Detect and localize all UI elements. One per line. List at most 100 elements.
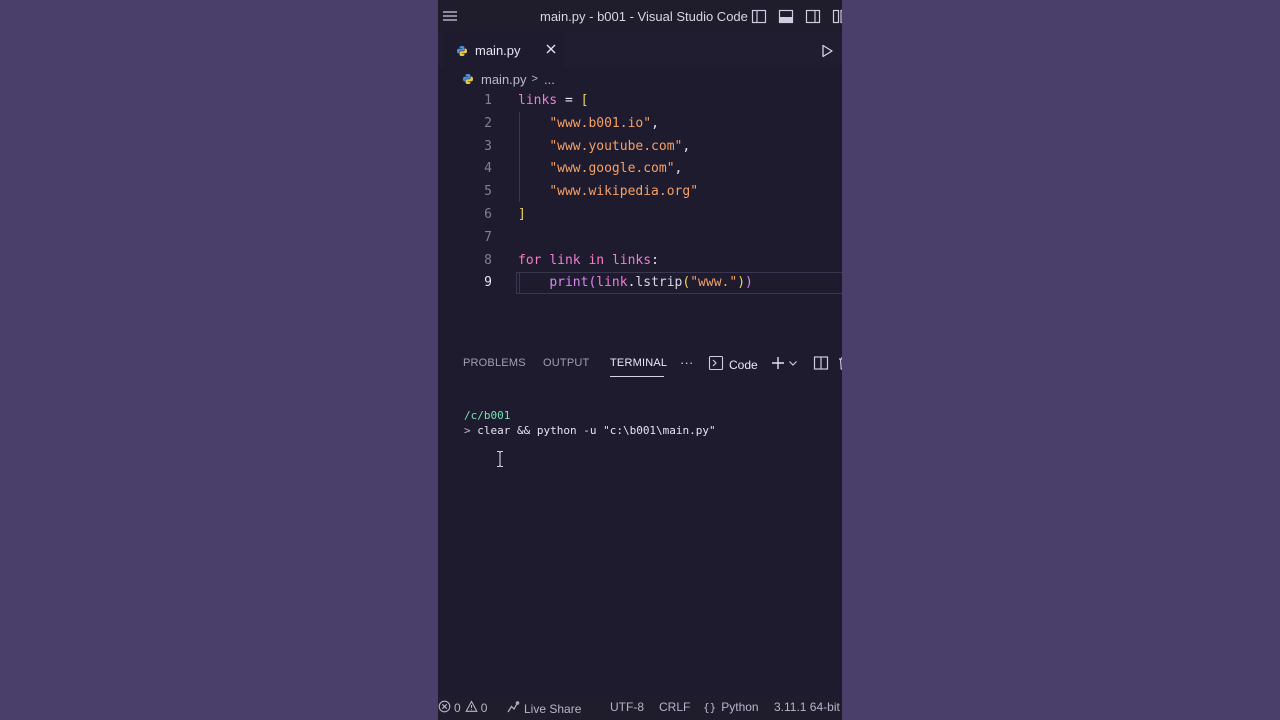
split-terminal-icon[interactable] bbox=[813, 355, 829, 374]
python-file-icon bbox=[462, 73, 474, 85]
tab-output[interactable]: OUTPUT bbox=[543, 357, 589, 369]
code-line[interactable]: 9 print(link.lstrip("www.")) bbox=[438, 272, 842, 295]
encoding-status[interactable]: UTF-8 bbox=[610, 700, 644, 714]
error-count: 0 bbox=[454, 701, 461, 715]
code-token: in bbox=[588, 252, 605, 268]
code-token: "www.youtube.com" bbox=[549, 138, 683, 154]
code-text: "www.b001.io", bbox=[518, 113, 659, 135]
code-token: = bbox=[557, 93, 581, 108]
code-token: links bbox=[611, 252, 652, 268]
panel-more-actions[interactable]: ··· bbox=[680, 355, 694, 370]
python-file-icon bbox=[456, 44, 468, 56]
panel-tab-bar: PROBLEMS OUTPUT TERMINAL ··· Code bbox=[438, 350, 842, 378]
vscode-window: main.py - b001 - Visual Studio Code main… bbox=[438, 0, 842, 720]
toggle-primary-sidebar-icon[interactable] bbox=[750, 8, 768, 25]
code-line[interactable]: 7 bbox=[438, 227, 842, 249]
chevron-down-icon[interactable] bbox=[787, 355, 799, 374]
code-line[interactable]: 5 "www.wikipedia.org" bbox=[438, 181, 842, 203]
breadcrumb-file[interactable]: main.py bbox=[481, 72, 527, 87]
line-number: 7 bbox=[484, 229, 492, 245]
language-label: Python bbox=[721, 700, 759, 714]
code-token: link bbox=[549, 252, 581, 268]
toggle-secondary-sidebar-icon[interactable] bbox=[804, 8, 822, 25]
code-line[interactable]: 4 "www.google.com", bbox=[438, 158, 842, 180]
warning-count: 0 bbox=[480, 701, 488, 715]
terminal-command-line: > clear && python -u "c:\b001\main.py" bbox=[464, 424, 716, 437]
eol-status[interactable]: CRLF bbox=[659, 700, 690, 714]
code-token: ) bbox=[745, 275, 753, 291]
code-token: ) bbox=[737, 275, 746, 291]
background-left bbox=[0, 0, 438, 720]
code-token: for bbox=[518, 252, 542, 268]
curly-braces-icon: {} bbox=[703, 700, 717, 714]
warning-icon bbox=[464, 700, 478, 716]
breadcrumb-separator: > bbox=[531, 73, 538, 85]
tab-main-py[interactable]: main.py bbox=[444, 33, 564, 67]
code-token: ] bbox=[518, 207, 526, 222]
python-interpreter-status[interactable]: 3.11.1 64-bit bbox=[774, 700, 840, 714]
line-number: 9 bbox=[484, 275, 492, 291]
terminal-shell-icon bbox=[708, 355, 724, 374]
code-token: "www.google.com" bbox=[549, 161, 675, 177]
code-text: "www.youtube.com", bbox=[518, 136, 690, 158]
hamburger-menu-icon[interactable] bbox=[440, 6, 460, 26]
error-icon bbox=[438, 700, 451, 716]
live-share-button[interactable]: Live Share bbox=[506, 700, 581, 717]
tab-problems[interactable]: PROBLEMS bbox=[463, 357, 526, 369]
code-line[interactable]: 1 links = [ bbox=[438, 90, 842, 112]
code-token: , bbox=[674, 161, 683, 177]
code-editor[interactable]: 1 links = [2 "www.b001.io", 3 "www.youtube… bbox=[438, 90, 842, 330]
status-bar: 0 0 Live Share UTF-8 CRLF {} Python 3.11… bbox=[438, 695, 842, 720]
trash-icon[interactable] bbox=[837, 355, 842, 374]
toggle-panel-icon[interactable] bbox=[777, 8, 795, 25]
new-terminal-icon[interactable] bbox=[770, 355, 786, 374]
tab-label: main.py bbox=[475, 42, 521, 58]
customize-layout-icon[interactable] bbox=[831, 8, 842, 25]
code-line[interactable]: 6] bbox=[438, 204, 842, 226]
terminal-name[interactable]: Code bbox=[729, 358, 758, 372]
line-number: 3 bbox=[484, 138, 492, 154]
code-line[interactable]: 3 "www.youtube.com", bbox=[438, 136, 842, 158]
code-token: "www." bbox=[690, 275, 738, 291]
code-line[interactable]: 2 "www.b001.io", bbox=[438, 113, 842, 135]
breadcrumb-more[interactable]: ... bbox=[544, 72, 555, 87]
terminal-command: clear && python -u "c:\b001\main.py" bbox=[477, 424, 716, 437]
background-right bbox=[842, 0, 1280, 720]
code-text: for link in links: bbox=[518, 250, 659, 272]
text-cursor-icon bbox=[495, 450, 505, 468]
code-token: [ bbox=[580, 93, 589, 108]
title-bar: main.py - b001 - Visual Studio Code bbox=[438, 0, 842, 33]
close-tab-icon[interactable] bbox=[544, 42, 558, 56]
window-title: main.py - b001 - Visual Studio Code bbox=[540, 9, 748, 24]
code-token: , bbox=[682, 138, 691, 154]
code-text: "www.wikipedia.org" bbox=[518, 181, 698, 203]
line-number: 5 bbox=[484, 184, 492, 200]
code-text: ] bbox=[518, 204, 526, 226]
code-text: print(link.lstrip("www.")) bbox=[518, 272, 753, 294]
code-text: "www.google.com", bbox=[518, 158, 682, 180]
line-number: 1 bbox=[484, 93, 492, 108]
terminal-cwd: /c/b001 bbox=[464, 409, 511, 422]
run-python-file-icon[interactable] bbox=[819, 43, 835, 59]
line-number: 2 bbox=[484, 115, 492, 131]
line-number: 8 bbox=[484, 252, 492, 268]
live-share-icon bbox=[506, 700, 520, 717]
line-number: 6 bbox=[484, 207, 492, 222]
terminal-output[interactable]: /c/b001 > clear && python -u "c:\b001\ma… bbox=[438, 400, 842, 690]
code-token: : bbox=[651, 252, 659, 268]
active-tab-indicator bbox=[610, 376, 664, 377]
code-token: , bbox=[651, 115, 659, 131]
language-mode[interactable]: {} Python bbox=[703, 700, 759, 714]
code-token: "www.b001.io" bbox=[549, 115, 652, 131]
code-line[interactable]: 8 for link in links: bbox=[438, 250, 842, 272]
live-share-label: Live Share bbox=[524, 701, 582, 716]
editor-tab-bar: main.py bbox=[438, 33, 842, 67]
code-token: lstrip bbox=[635, 275, 683, 291]
tab-terminal[interactable]: TERMINAL bbox=[610, 357, 667, 369]
problems-status[interactable]: 0 0 bbox=[438, 700, 487, 716]
